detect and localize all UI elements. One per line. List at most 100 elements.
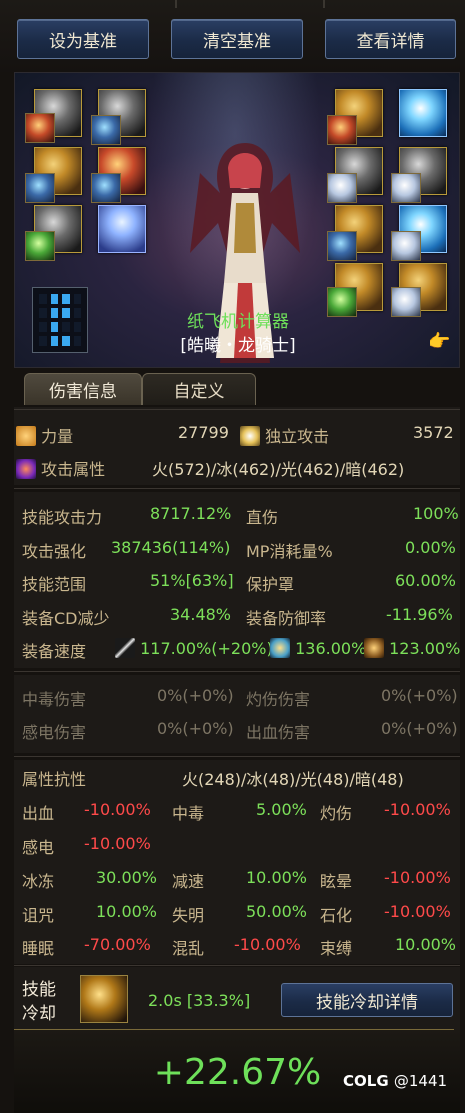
equip-defense-label: 装备防御率: [246, 609, 327, 628]
toolbar-separator: [175, 0, 177, 8]
resist-value: 5.00%: [256, 800, 307, 819]
divider: [14, 671, 460, 672]
direct-damage-label: 直伤: [246, 508, 279, 527]
direct-damage-value: 100%: [413, 504, 459, 523]
cast-icon: [270, 638, 290, 658]
equip-enchant-icon: [391, 173, 421, 203]
resist-value: -70.00%: [84, 935, 151, 954]
resist-label: 出血: [22, 804, 55, 823]
attack-enhance-label: 攻击强化: [22, 542, 87, 561]
resist-value: -10.00%: [84, 834, 151, 853]
calculator-name: 纸飞机计算器: [187, 312, 289, 332]
resist-label: 束缚: [320, 939, 353, 958]
strength-row: 力量: [16, 423, 73, 447]
divider: [14, 409, 460, 410]
tab-damage-info[interactable]: 伤害信息: [24, 373, 142, 405]
pointing-hand-icon[interactable]: 👉: [428, 331, 450, 352]
tab-bar: 伤害信息 自定义: [14, 371, 460, 407]
sword-icon: [115, 638, 135, 658]
cooldown-detail-button[interactable]: 技能冷却详情: [281, 983, 453, 1017]
skill-attack-label: 技能攻击力: [22, 508, 103, 527]
resist-value: 30.00%: [96, 868, 158, 887]
attack-enhance-value: 387436(114%): [111, 538, 231, 557]
equip-slot-title-pet[interactable]: [98, 205, 146, 253]
element-resist-label: 属性抗性: [22, 770, 87, 789]
burn-damage-value: 0%(+0%): [381, 686, 458, 705]
strength-icon: [16, 426, 36, 446]
resist-value: 10.00%: [246, 868, 308, 887]
cast-speed-group: 136.00%: [270, 638, 366, 658]
character-title: [皓曦・龙骑士]: [180, 336, 296, 356]
equip-defense-value: -11.96%: [386, 605, 453, 624]
cooldown-value: 2.0s [33.3%]: [148, 991, 251, 1010]
independent-attack-value: 3572: [413, 423, 454, 442]
independent-attack-label: 独立攻击: [265, 427, 330, 446]
bleed-damage-label: 出血伤害: [246, 723, 311, 742]
divider: [14, 756, 460, 757]
equip-enchant-icon: [25, 231, 55, 261]
resist-label: 灼伤: [320, 804, 353, 823]
mp-cost-label: MP消耗量%: [246, 542, 333, 561]
equip-enchant-icon: [391, 231, 421, 261]
resist-value: -10.00%: [384, 868, 451, 887]
cooldown-label-line2: 冷却: [22, 1004, 56, 1024]
equip-enchant-icon: [327, 231, 357, 261]
resist-label: 感电: [22, 838, 55, 857]
boot-icon: [364, 638, 384, 658]
equip-enchant-icon: [91, 173, 121, 203]
strength-value: 27799: [178, 423, 229, 442]
equip-enchant-icon: [327, 115, 357, 145]
footer-handle: @1441: [393, 1072, 448, 1090]
resist-value: -10.00%: [234, 935, 301, 954]
watermark: COLG @1441: [343, 1072, 447, 1090]
colg-logo: COLG: [343, 1072, 389, 1090]
resist-value: 50.00%: [246, 902, 308, 921]
element-icon: [16, 459, 36, 479]
resist-value: 10.00%: [395, 935, 457, 954]
resist-label: 中毒: [172, 804, 205, 823]
resist-value: -10.00%: [84, 800, 151, 819]
move-speed-value: 123.00%: [389, 639, 461, 658]
attack-speed-value: 117.00%(+20%): [140, 639, 273, 658]
poison-damage-value: 0%(+0%): [157, 686, 234, 705]
burn-damage-label: 灼伤伤害: [246, 690, 311, 709]
poison-damage-label: 中毒伤害: [22, 690, 87, 709]
cd-reduce-value: 34.48%: [170, 605, 232, 624]
resist-label: 诅咒: [22, 906, 55, 925]
strength-label: 力量: [41, 427, 74, 446]
cooldown-label-line1: 技能: [22, 980, 56, 1000]
resistance-section: [14, 760, 460, 964]
skill-icon[interactable]: [80, 975, 128, 1023]
tab-custom[interactable]: 自定义: [142, 373, 256, 405]
toolbar-separator: [323, 0, 325, 8]
equip-enchant-icon: [91, 115, 121, 145]
element-value: 火(572)/冰(462)/光(462)/暗(462): [152, 460, 405, 479]
shock-damage-value: 0%(+0%): [157, 719, 234, 738]
divider: [14, 965, 460, 966]
resist-label: 失明: [172, 906, 205, 925]
element-row: 攻击属性: [16, 456, 105, 480]
set-baseline-button[interactable]: 设为基准: [17, 19, 149, 59]
cd-reduce-label: 装备CD减少: [22, 609, 110, 628]
resist-value: -10.00%: [384, 902, 451, 921]
mp-cost-value: 0.00%: [405, 538, 456, 557]
shield-value: 60.00%: [395, 571, 457, 590]
clear-baseline-button[interactable]: 清空基准: [171, 19, 303, 59]
resist-label: 混乱: [172, 939, 205, 958]
equip-enchant-icon: [25, 113, 55, 143]
equip-slot-title[interactable]: [399, 89, 447, 137]
skill-attack-value: 8717.12%: [150, 504, 232, 523]
view-details-button[interactable]: 查看详情: [325, 19, 456, 59]
resist-value: -10.00%: [384, 800, 451, 819]
independent-attack-row: 独立攻击: [240, 423, 329, 447]
resist-label: 眩晕: [320, 872, 353, 891]
equip-enchant-icon: [25, 173, 55, 203]
skill-range-label: 技能范围: [22, 575, 87, 594]
move-speed-group: 123.00%: [364, 638, 460, 658]
resist-value: 10.00%: [96, 902, 158, 921]
element-resist-value: 火(248)/冰(48)/光(48)/暗(48): [182, 770, 404, 789]
divider: [14, 1029, 454, 1030]
shock-damage-label: 感电伤害: [22, 723, 87, 742]
bleed-damage-value: 0%(+0%): [381, 719, 458, 738]
resist-label: 睡眠: [22, 939, 55, 958]
